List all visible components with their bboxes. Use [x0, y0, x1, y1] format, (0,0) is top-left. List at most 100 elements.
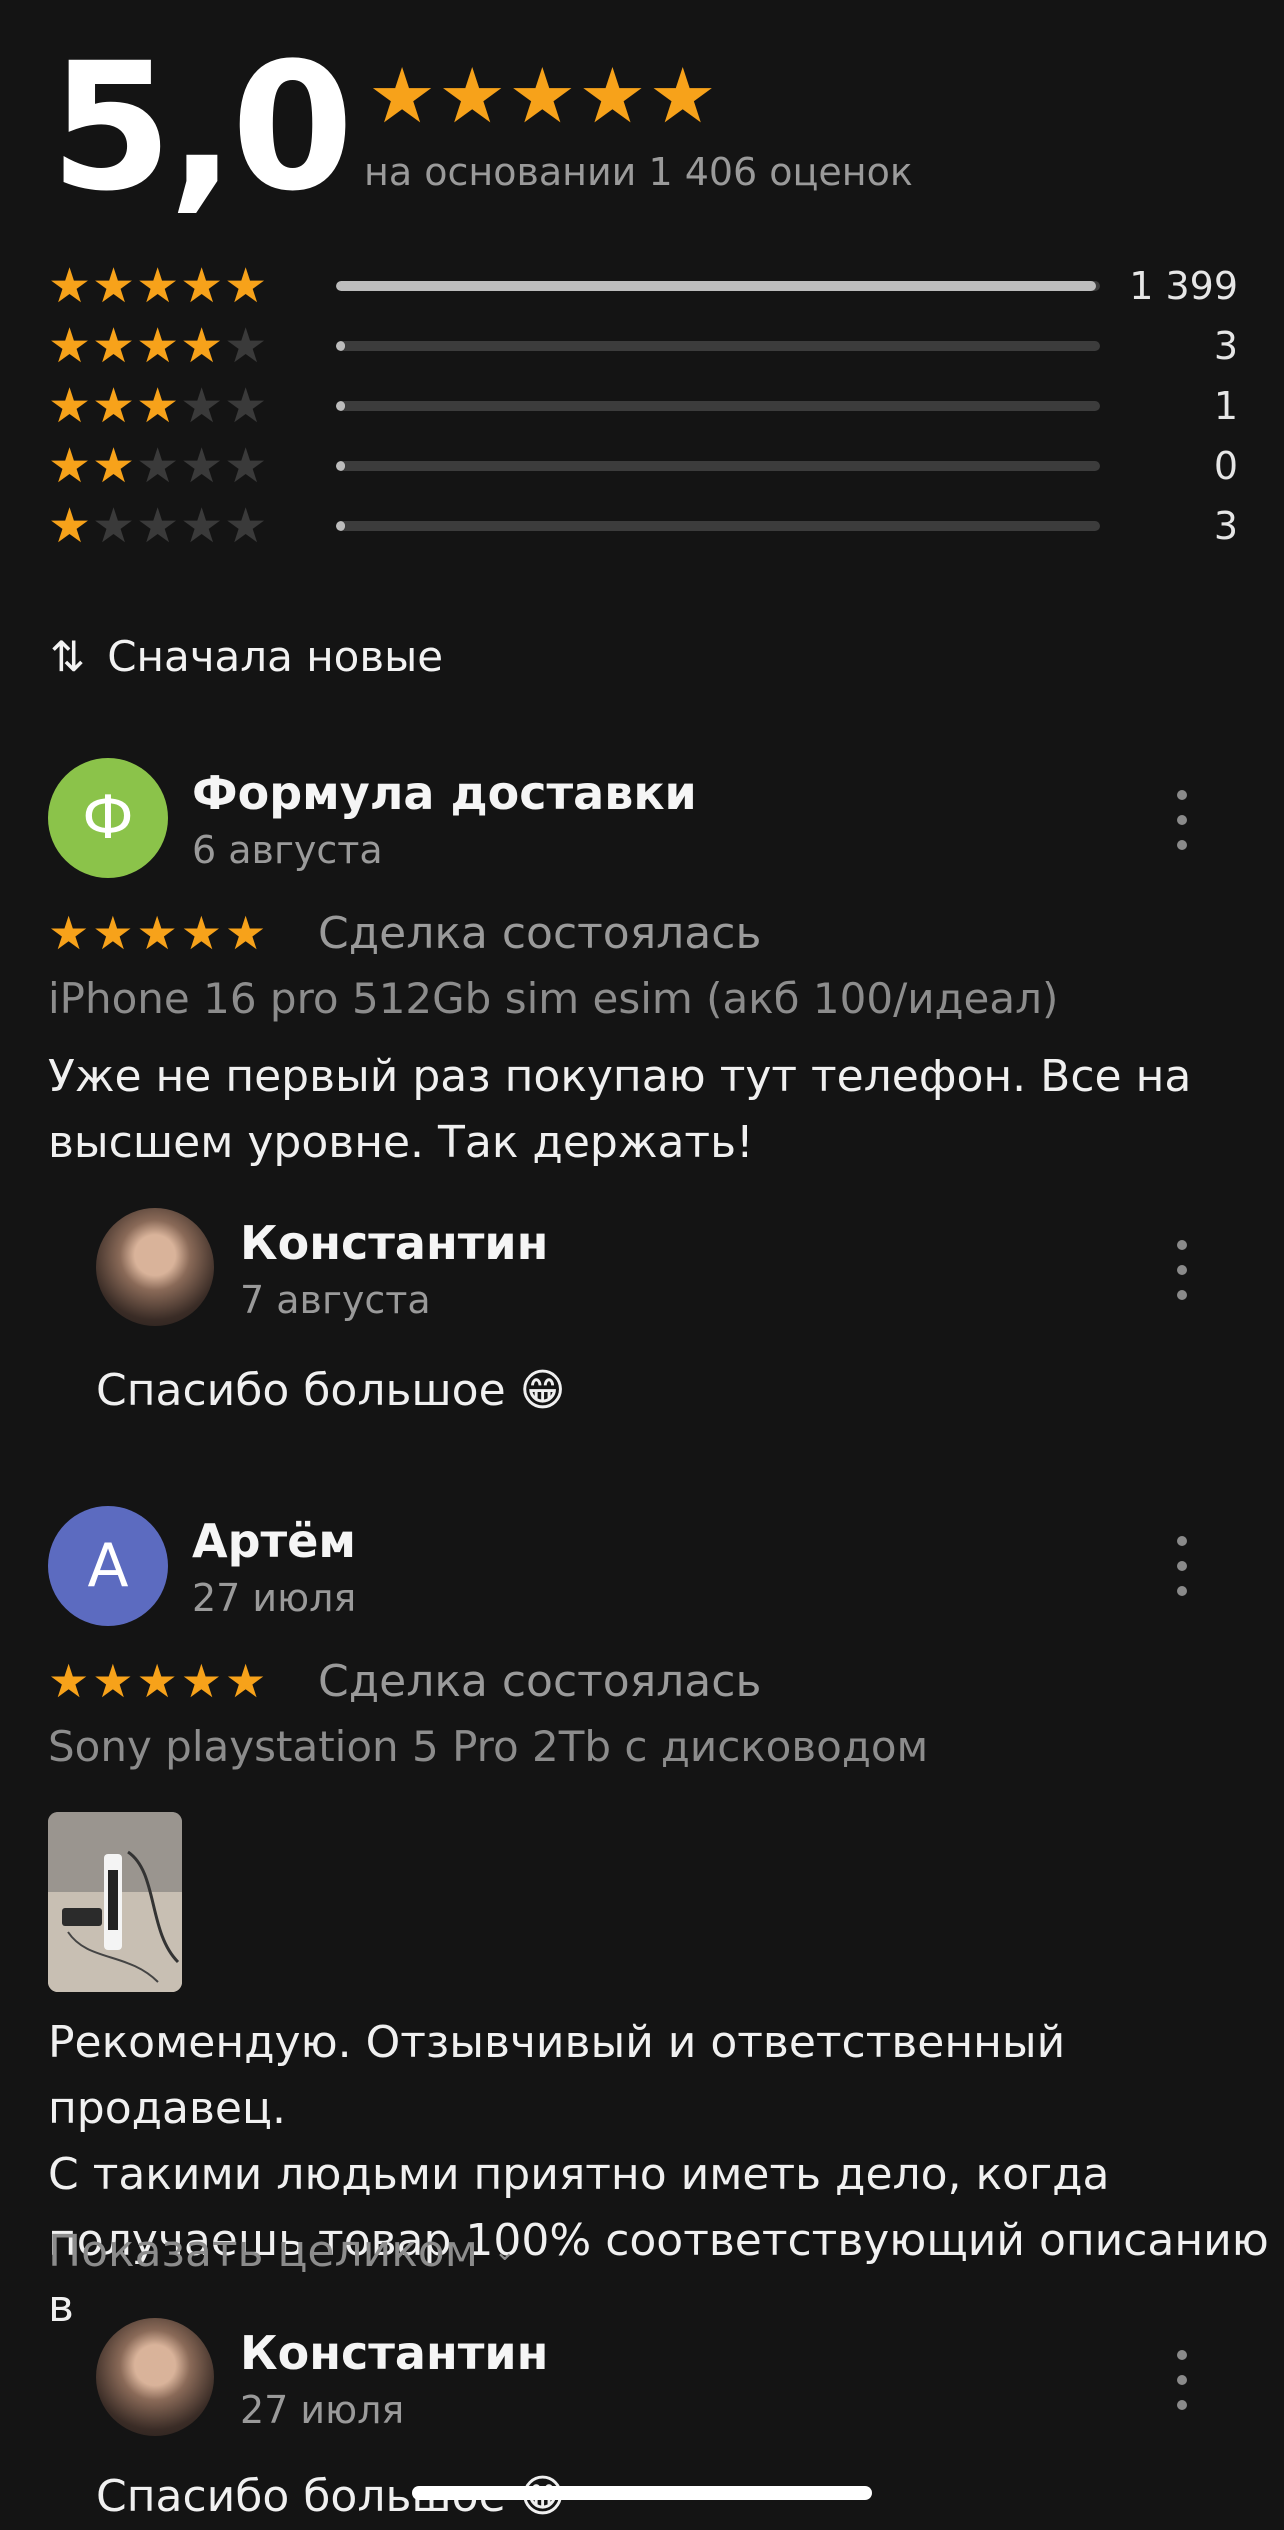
- star-icon: ★: [92, 378, 137, 434]
- deal-status: Сделка состоялась: [318, 1656, 762, 1707]
- star-icon: ★: [48, 498, 93, 554]
- reply-author[interactable]: Константин: [240, 2326, 548, 2380]
- review-text: Рекомендую. Отзывчивый и ответственный п…: [48, 2010, 1284, 2340]
- review-stars: ★★★★★: [48, 1658, 269, 1704]
- star-icon: ★: [48, 318, 93, 374]
- deal-status: Сделка состоялась: [318, 908, 762, 959]
- histogram-row: ★★★★★ 3: [48, 318, 1238, 374]
- chevron-down-icon: ⌄: [493, 2236, 516, 2267]
- more-options-icon[interactable]: [1172, 1536, 1192, 1596]
- histogram-stars: ★★★★★: [48, 438, 269, 494]
- star-icon: ★: [180, 378, 225, 434]
- histogram-stars: ★★★★★: [48, 378, 269, 434]
- histogram-row: ★★★★★ 1 399: [48, 258, 1238, 314]
- star-icon: ★: [136, 318, 181, 374]
- star-icon: ★: [180, 258, 225, 314]
- star-icon: ★: [136, 906, 181, 960]
- review-text-line: Рекомендую. Отзывчивый и ответственный п…: [48, 2017, 1066, 2134]
- histogram-row: ★★★★★ 0: [48, 438, 1238, 494]
- ratings-count-text: на основании 1 406 оценок: [364, 150, 913, 194]
- sort-label: Сначала новые: [107, 632, 444, 681]
- show-more-label: Показать целиком: [48, 2226, 478, 2277]
- star-icon: ★: [92, 498, 137, 554]
- star-icon: ★: [92, 258, 137, 314]
- sort-button[interactable]: ⇅ Сначала новые: [50, 632, 443, 681]
- rating-stars: ★★★★★: [368, 58, 719, 134]
- star-icon: ★: [136, 498, 181, 554]
- star-icon: ★: [48, 1654, 93, 1708]
- review-text-line: высшем уровне. Так держать!: [48, 1117, 754, 1168]
- histogram-bar: [336, 281, 1100, 291]
- reply-avatar[interactable]: [96, 2318, 214, 2436]
- review-product[interactable]: Sony playstation 5 Pro 2Tb с дисководом: [48, 1722, 928, 1771]
- star-icon: ★: [92, 906, 137, 960]
- reply-avatar[interactable]: [96, 1208, 214, 1326]
- histogram-bar-fill: [336, 341, 346, 351]
- more-options-icon[interactable]: [1172, 790, 1192, 850]
- star-icon: ★: [438, 51, 509, 140]
- review-photo[interactable]: [48, 1812, 182, 1992]
- star-icon: ★: [368, 51, 439, 140]
- star-icon: ★: [180, 438, 225, 494]
- rating-score: 5,0: [50, 25, 354, 230]
- star-icon: ★: [136, 1654, 181, 1708]
- star-icon: ★: [92, 438, 137, 494]
- star-icon: ★: [224, 498, 269, 554]
- star-icon: ★: [224, 378, 269, 434]
- star-icon: ★: [224, 438, 269, 494]
- more-options-icon[interactable]: [1172, 2350, 1192, 2410]
- review-date: 6 августа: [192, 828, 383, 872]
- histogram-bar-fill: [336, 521, 346, 531]
- star-icon: ★: [180, 318, 225, 374]
- more-options-icon[interactable]: [1172, 1240, 1192, 1300]
- show-more-button[interactable]: Показать целиком ⌄: [48, 2226, 516, 2277]
- star-icon: ★: [180, 906, 225, 960]
- star-icon: ★: [136, 378, 181, 434]
- star-icon: ★: [508, 51, 579, 140]
- histogram-count: 0: [1213, 444, 1238, 488]
- sort-arrows-icon: ⇅: [50, 632, 86, 681]
- home-indicator[interactable]: [412, 2486, 872, 2500]
- reply-date: 27 июля: [240, 2388, 405, 2432]
- star-icon: ★: [224, 258, 269, 314]
- reply-date: 7 августа: [240, 1278, 431, 1322]
- star-icon: ★: [92, 318, 137, 374]
- avatar[interactable]: А: [48, 1506, 168, 1626]
- review-text-line: С такими людьми приятно иметь дело, когд…: [48, 2149, 1110, 2200]
- star-icon: ★: [136, 438, 181, 494]
- review-product[interactable]: iPhone 16 pro 512Gb sim esim (акб 100/ид…: [48, 974, 1058, 1023]
- histogram-bar: [336, 461, 1100, 471]
- review-text-line: Уже не первый раз покупаю тут телефон. В…: [48, 1051, 1192, 1102]
- histogram-count: 1: [1213, 384, 1238, 428]
- star-icon: ★: [180, 498, 225, 554]
- histogram-bar: [336, 401, 1100, 411]
- reply-text: Спасибо большое 😁: [96, 1365, 566, 1416]
- star-icon: ★: [48, 378, 93, 434]
- photo-image: [48, 1812, 182, 1992]
- star-icon: ★: [225, 906, 270, 960]
- reply-author[interactable]: Константин: [240, 1216, 548, 1270]
- review-text: Уже не первый раз покупаю тут телефон. В…: [48, 1044, 1191, 1176]
- histogram-stars: ★★★★★: [48, 498, 269, 554]
- star-icon: ★: [136, 258, 181, 314]
- star-icon: ★: [648, 51, 719, 140]
- histogram-count: 3: [1213, 324, 1238, 368]
- histogram-bar-fill: [336, 461, 346, 471]
- review-author[interactable]: Артём: [192, 1514, 356, 1568]
- review-author[interactable]: Формула доставки: [192, 766, 697, 820]
- histogram-bar: [336, 521, 1100, 531]
- avatar[interactable]: Ф: [48, 758, 168, 878]
- histogram-bar-fill: [336, 401, 346, 411]
- star-icon: ★: [48, 258, 93, 314]
- star-icon: ★: [92, 1654, 137, 1708]
- histogram-count: 3: [1213, 504, 1238, 548]
- histogram-row: ★★★★★ 3: [48, 498, 1238, 554]
- star-icon: ★: [48, 438, 93, 494]
- histogram-bar-fill: [336, 281, 1097, 291]
- histogram-stars: ★★★★★: [48, 258, 269, 314]
- histogram-count: 1 399: [1129, 264, 1238, 308]
- histogram-bar: [336, 341, 1100, 351]
- review-date: 27 июля: [192, 1576, 357, 1620]
- star-icon: ★: [224, 318, 269, 374]
- star-icon: ★: [225, 1654, 270, 1708]
